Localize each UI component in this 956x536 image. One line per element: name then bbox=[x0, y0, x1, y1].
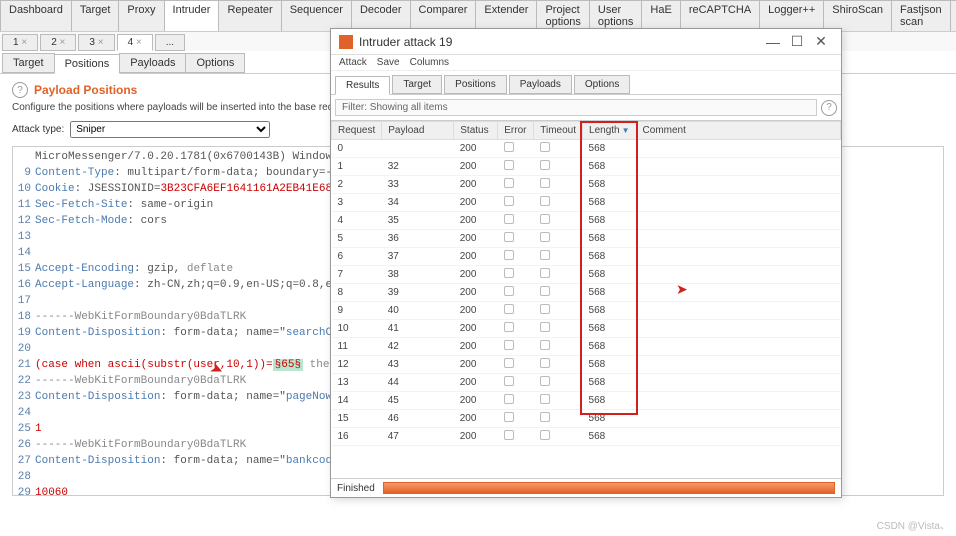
table-row[interactable]: 536200568 bbox=[332, 230, 841, 248]
help-icon[interactable]: ? bbox=[12, 82, 28, 98]
session-tab[interactable]: 3 bbox=[78, 34, 114, 51]
table-row[interactable]: 940200568 bbox=[332, 302, 841, 320]
section-title: Payload Positions bbox=[34, 83, 137, 97]
table-row[interactable]: 435200568 bbox=[332, 212, 841, 230]
menu-attack[interactable]: Attack bbox=[339, 57, 367, 68]
table-row[interactable]: 334200568 bbox=[332, 194, 841, 212]
table-row[interactable]: 839200568 bbox=[332, 284, 841, 302]
table-row[interactable]: 1243200568 bbox=[332, 356, 841, 374]
intruder-attack-window: Intruder attack 19 — ☐ ✕ Attack Save Colum… bbox=[330, 28, 842, 498]
table-row[interactable]: 233200568 bbox=[332, 176, 841, 194]
main-tab-recaptcha[interactable]: reCAPTCHA bbox=[680, 0, 760, 31]
table-row[interactable]: 132200568 bbox=[332, 158, 841, 176]
table-row[interactable]: 1142200568 bbox=[332, 338, 841, 356]
sub-tab-target[interactable]: Target bbox=[2, 53, 55, 73]
main-tab-project-options[interactable]: Project options bbox=[536, 0, 589, 31]
table-row[interactable]: 1647200568 bbox=[332, 428, 841, 446]
table-row[interactable]: 1344200568 bbox=[332, 374, 841, 392]
attack-type-label: Attack type: bbox=[12, 124, 64, 135]
watermark: CSDN @Vista、 bbox=[877, 517, 950, 532]
results-table[interactable]: RequestPayloadStatusErrorTimeoutLength▼C… bbox=[331, 121, 841, 446]
table-row[interactable]: 637200568 bbox=[332, 248, 841, 266]
table-row[interactable]: 1041200568 bbox=[332, 320, 841, 338]
main-tab-repeater[interactable]: Repeater bbox=[218, 0, 281, 31]
menu-save[interactable]: Save bbox=[377, 57, 400, 68]
col-payload[interactable]: Payload bbox=[382, 122, 454, 140]
main-tab-intruder[interactable]: Intruder bbox=[164, 0, 220, 31]
popup-tab-target[interactable]: Target bbox=[392, 75, 442, 94]
popup-tab-payloads[interactable]: Payloads bbox=[509, 75, 572, 94]
attack-type-select[interactable]: Sniper bbox=[70, 121, 270, 138]
table-row[interactable]: 0200568 bbox=[332, 140, 841, 158]
window-title: Intruder attack 19 bbox=[359, 35, 761, 49]
main-tab-proxy[interactable]: Proxy bbox=[118, 0, 164, 31]
menu-columns[interactable]: Columns bbox=[410, 57, 449, 68]
main-tab-logger++[interactable]: Logger++ bbox=[759, 0, 824, 31]
sub-tab-positions[interactable]: Positions bbox=[54, 54, 121, 74]
maximize-button[interactable]: ☐ bbox=[785, 33, 809, 50]
session-tab[interactable]: 1 bbox=[2, 34, 38, 51]
popup-tab-results[interactable]: Results bbox=[335, 76, 390, 95]
close-button[interactable]: ✕ bbox=[809, 33, 833, 50]
main-tab-dashboard[interactable]: Dashboard bbox=[0, 0, 72, 31]
popup-tab-options[interactable]: Options bbox=[574, 75, 630, 94]
col-status[interactable]: Status bbox=[454, 122, 498, 140]
table-row[interactable]: 1546200568 bbox=[332, 410, 841, 428]
main-tab-hae[interactable]: HaE bbox=[641, 0, 680, 31]
main-tab-extender[interactable]: Extender bbox=[475, 0, 537, 31]
main-tab-sequencer[interactable]: Sequencer bbox=[281, 0, 352, 31]
main-tab-bypass-waf[interactable]: Bypass WAF bbox=[950, 0, 956, 31]
main-tab-shiroscan[interactable]: ShiroScan bbox=[823, 0, 892, 31]
popup-tab-positions[interactable]: Positions bbox=[444, 75, 507, 94]
table-row[interactable]: 738200568 bbox=[332, 266, 841, 284]
col-error[interactable]: Error bbox=[498, 122, 534, 140]
col-comment[interactable]: Comment bbox=[636, 122, 840, 140]
help-icon[interactable]: ? bbox=[821, 100, 837, 116]
progress-bar bbox=[383, 482, 835, 494]
session-tab[interactable]: ... bbox=[155, 34, 185, 51]
main-tab-decoder[interactable]: Decoder bbox=[351, 0, 411, 31]
col-timeout[interactable]: Timeout bbox=[534, 122, 583, 140]
app-icon bbox=[339, 35, 353, 49]
sub-tab-options[interactable]: Options bbox=[185, 53, 245, 73]
col-request[interactable]: Request bbox=[332, 122, 382, 140]
session-tab[interactable]: 4 bbox=[117, 34, 153, 51]
session-tab[interactable]: 2 bbox=[40, 34, 76, 51]
sub-tab-payloads[interactable]: Payloads bbox=[119, 53, 186, 73]
status-text: Finished bbox=[337, 483, 375, 494]
main-tab-target[interactable]: Target bbox=[71, 0, 120, 31]
main-tab-fastjson-scan[interactable]: Fastjson scan bbox=[891, 0, 951, 31]
main-tab-comparer[interactable]: Comparer bbox=[410, 0, 477, 31]
filter-bar[interactable]: Filter: Showing all items bbox=[335, 99, 817, 116]
col-length[interactable]: Length▼ bbox=[583, 122, 637, 140]
minimize-button[interactable]: — bbox=[761, 34, 785, 50]
table-row[interactable]: 1445200568 bbox=[332, 392, 841, 410]
main-tab-user-options[interactable]: User options bbox=[589, 0, 642, 31]
